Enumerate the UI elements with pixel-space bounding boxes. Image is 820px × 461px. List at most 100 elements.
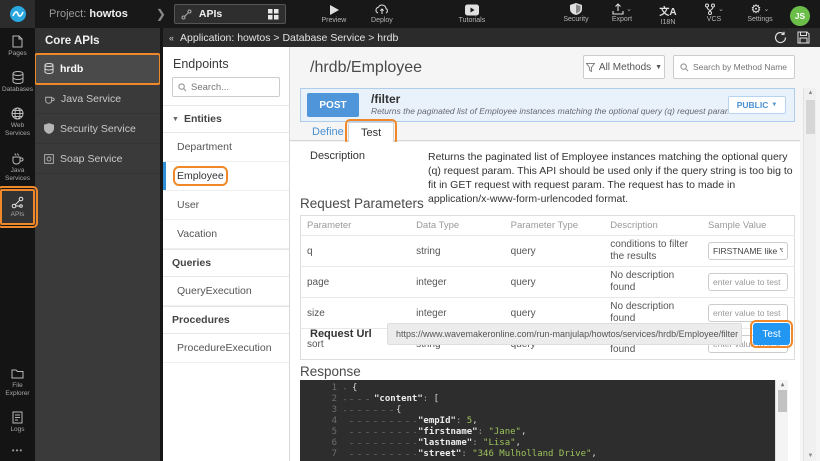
rail-item-logs[interactable]: Logs xyxy=(0,404,35,440)
rail-item-databases[interactable]: Databases xyxy=(0,64,35,100)
description-text: Returns the paginated list of Employee i… xyxy=(428,150,796,206)
project-name: howtos xyxy=(89,8,128,20)
endpoint-item-queryexecution[interactable]: QueryExecution xyxy=(163,277,289,306)
table-row-page: page integer query No description found xyxy=(301,267,795,298)
rail-more-button[interactable]: ••• xyxy=(0,440,35,461)
rail-item-java-services[interactable]: Java Services xyxy=(0,145,35,189)
main-content: /hrdb/Employee All Methods ▼ POST /filte… xyxy=(290,47,820,461)
service-item-java-service[interactable]: Java Service xyxy=(35,84,160,114)
scroll-up-icon[interactable]: ▲ xyxy=(804,90,817,96)
vcs-branch-icon xyxy=(704,3,716,15)
breadcrumb: Application: howtos > Database Service >… xyxy=(180,32,398,44)
i18n-button[interactable]: 文A I18N xyxy=(646,3,690,26)
col-parameter: Parameter xyxy=(301,216,411,236)
collapse-triangle-icon: ▼ xyxy=(172,116,179,123)
logs-icon xyxy=(12,411,23,424)
endpoint-summary: Returns the paginated list of Employee i… xyxy=(371,106,728,117)
response-code-editor[interactable]: 1-{ 2-"content": [ 3-{ 4"empId": 5, 5"fi… xyxy=(300,380,788,461)
tutorials-video-icon xyxy=(465,4,479,16)
main-scrollbar[interactable]: ▲ ▼ xyxy=(803,88,816,461)
endpoints-panel: Endpoints ▼ Entities Department Employee… xyxy=(163,47,290,461)
table-header-row: Parameter Data Type Parameter Type Descr… xyxy=(301,216,795,236)
editor-scroll-thumb[interactable] xyxy=(778,390,787,412)
left-rail: Pages Databases Web Services Java Servic… xyxy=(0,28,35,461)
table-row-q: q string query conditions to filter the … xyxy=(301,236,795,267)
col-sample-value: Sample Value xyxy=(702,216,795,236)
section-procedures[interactable]: Procedures xyxy=(163,306,289,334)
code-line: 2-"content": [ xyxy=(300,394,775,405)
code-line: 7"street": "346 Mulholland Drive", xyxy=(300,449,775,460)
param-name: q xyxy=(301,236,411,267)
service-item-soap-service[interactable]: Soap Service xyxy=(35,144,160,174)
endpoint-item-department[interactable]: Department xyxy=(163,133,289,162)
methods-filter-dropdown[interactable]: All Methods ▼ xyxy=(583,55,665,79)
core-apis-header: Core APIs xyxy=(35,28,160,54)
endpoints-search-input[interactable] xyxy=(191,82,271,93)
grid-icon[interactable] xyxy=(268,9,279,20)
tab-test[interactable]: Test xyxy=(348,122,394,142)
method-badge: POST xyxy=(307,93,359,117)
save-icon[interactable] xyxy=(797,31,810,44)
export-icon xyxy=(612,3,624,15)
vcs-chevron-icon: ⌄ xyxy=(718,5,724,13)
fold-icon[interactable]: - xyxy=(340,383,350,394)
visibility-dropdown[interactable]: PUBLIC ▼ xyxy=(728,96,786,114)
param-description: No description found xyxy=(610,301,696,325)
rail-item-pages[interactable]: Pages xyxy=(0,28,35,64)
endpoint-item-employee[interactable]: Employee xyxy=(163,162,289,191)
user-avatar[interactable]: JS xyxy=(790,6,810,26)
endpoint-card-post-filter[interactable]: POST /filter Returns the paginated list … xyxy=(300,88,795,122)
panel-divider xyxy=(160,28,163,461)
editor-scrollbar[interactable]: ▲ xyxy=(775,380,788,461)
method-search-input[interactable] xyxy=(693,62,788,72)
endpoints-search[interactable] xyxy=(172,77,280,97)
apis-workspace-tab[interactable]: APIs xyxy=(174,4,286,24)
scroll-down-icon[interactable]: ▼ xyxy=(804,453,817,459)
export-button[interactable]: ⌄ Export xyxy=(600,3,644,23)
top-bar-actions-left: Preview Deploy Tutorials xyxy=(312,4,494,24)
sample-value-input-page[interactable] xyxy=(708,273,788,291)
dropdown-caret-icon: ▼ xyxy=(655,64,662,71)
security-button[interactable]: Security xyxy=(554,3,598,23)
col-parameter-type: Parameter Type xyxy=(505,216,605,236)
endpoint-item-vacation[interactable]: Vacation xyxy=(163,220,289,249)
service-item-security-service[interactable]: Security Service xyxy=(35,114,160,144)
service-item-hrdb[interactable]: hrdb xyxy=(35,54,160,84)
tutorials-button[interactable]: Tutorials xyxy=(450,4,494,24)
endpoint-item-user[interactable]: User xyxy=(163,191,289,220)
test-button[interactable]: Test xyxy=(753,323,790,345)
export-chevron-icon: ⌄ xyxy=(626,5,632,13)
settings-button[interactable]: ⚙⌄ Settings xyxy=(738,3,782,23)
coffee-icon xyxy=(44,93,55,104)
method-search[interactable] xyxy=(673,55,795,79)
project-label: Project: howtos xyxy=(49,8,128,20)
wavemaker-logo[interactable] xyxy=(0,0,35,28)
sample-value-input-size[interactable] xyxy=(708,304,788,322)
filter-funnel-icon xyxy=(586,63,595,72)
fold-icon[interactable]: - xyxy=(340,394,350,405)
settings-chevron-icon: ⌄ xyxy=(763,5,769,13)
collapse-panel-icon[interactable]: « xyxy=(163,33,180,43)
apis-tab-label: APIs xyxy=(199,8,261,20)
endpoint-item-procedureexecution[interactable]: ProcedureExecution xyxy=(163,334,289,363)
service-item-label: Java Service xyxy=(61,93,121,105)
param-description: conditions to filter the results xyxy=(610,239,696,263)
description-label: Description xyxy=(310,150,365,162)
request-parameters-title: Request Parameters xyxy=(300,196,424,211)
sample-value-input-q[interactable] xyxy=(708,242,788,260)
main-scroll-thumb[interactable] xyxy=(806,100,815,134)
section-entities[interactable]: ▼ Entities xyxy=(163,105,289,133)
deploy-button[interactable]: Deploy xyxy=(360,4,404,24)
rail-item-web-services[interactable]: Web Services xyxy=(0,100,35,144)
fold-icon[interactable]: - xyxy=(340,405,350,416)
section-queries[interactable]: Queries xyxy=(163,249,289,277)
scroll-up-icon[interactable]: ▲ xyxy=(776,381,788,388)
rail-item-apis[interactable]: APIs xyxy=(0,189,35,225)
code-line: 6"lastname": "Lisa", xyxy=(300,438,775,449)
refresh-icon[interactable] xyxy=(774,31,787,44)
vcs-button[interactable]: ⌄ VCS xyxy=(692,3,736,23)
endpoints-title: Endpoints xyxy=(163,47,289,77)
param-type: query xyxy=(505,267,605,298)
rail-item-file-explorer[interactable]: File Explorer xyxy=(0,360,35,404)
preview-button[interactable]: Preview xyxy=(312,4,356,24)
